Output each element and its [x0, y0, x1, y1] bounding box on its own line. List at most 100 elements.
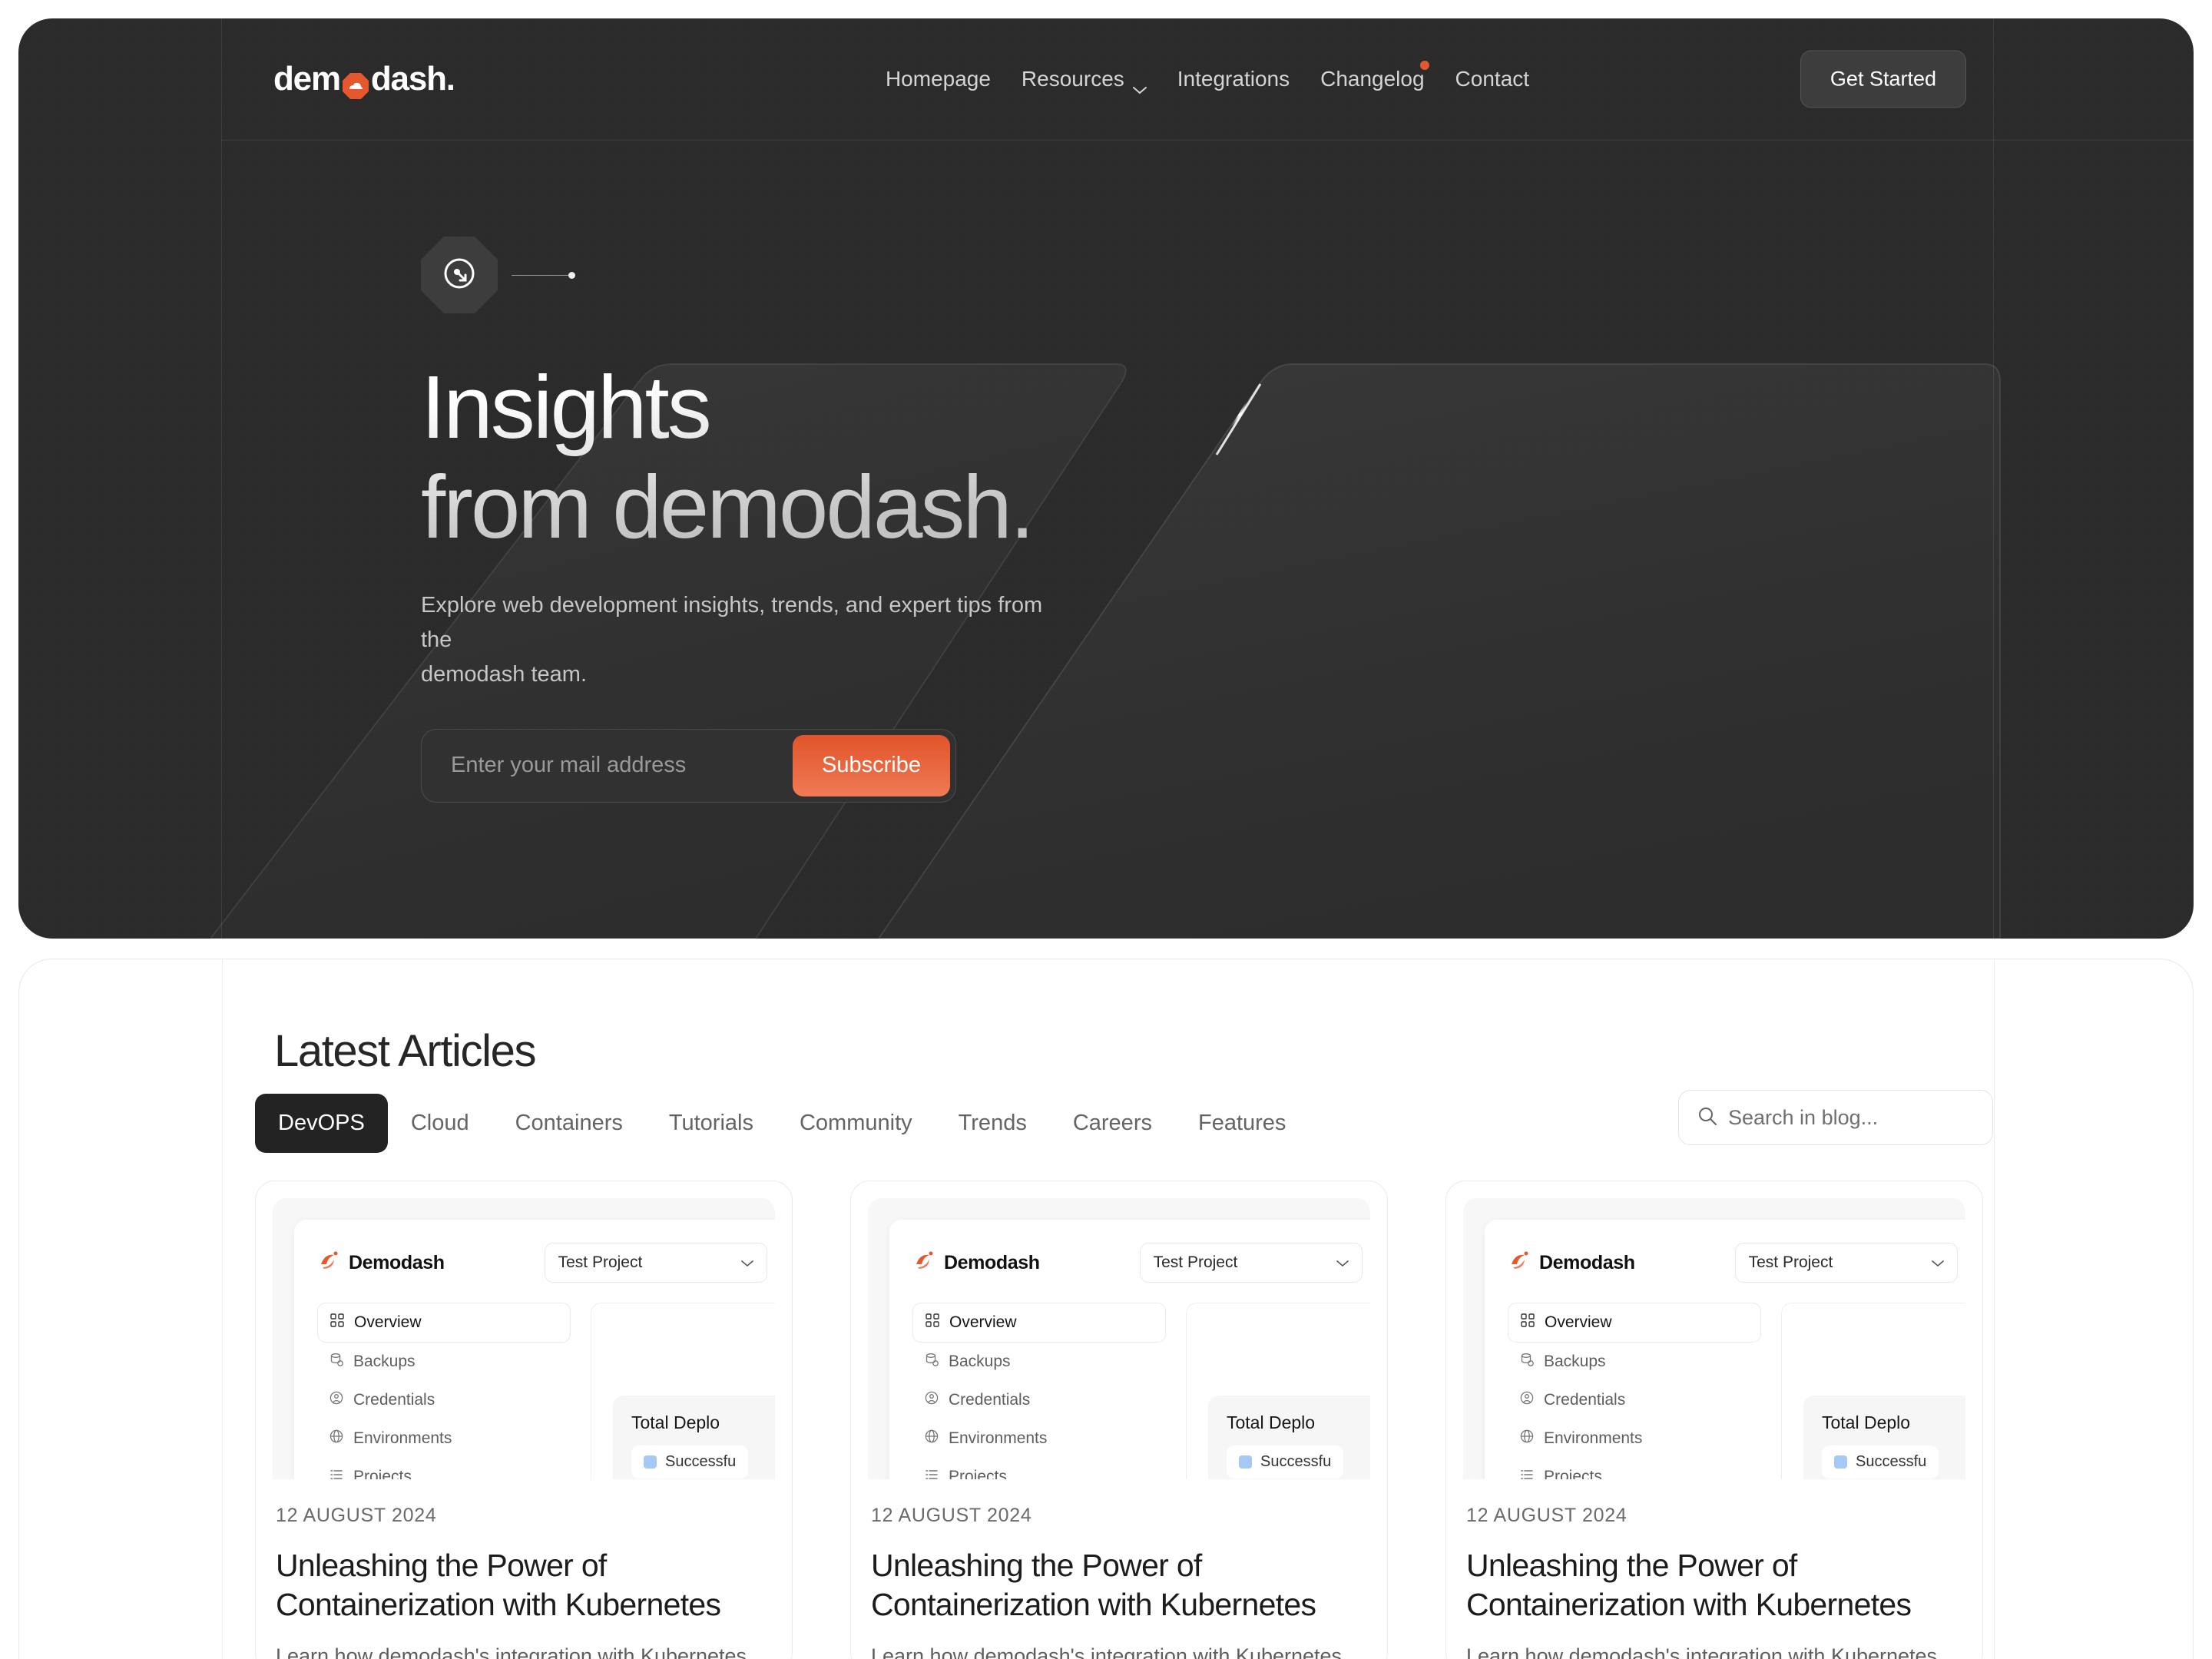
chevron-down-icon	[1336, 1253, 1349, 1272]
database-sync-icon	[925, 1353, 939, 1371]
tab-community[interactable]: Community	[777, 1094, 935, 1153]
mockup-logo-text: Demodash	[1539, 1251, 1635, 1273]
demodash-swirl-icon	[1508, 1249, 1531, 1277]
article-cards: Demodash Test Project Overview Backups C…	[255, 1181, 1983, 1659]
mockup-body: Overview Backups Credentials Environment…	[912, 1303, 1370, 1479]
project-select[interactable]: Test Project	[1139, 1243, 1363, 1283]
navbar: dem dash. Homepage Resources Integration…	[221, 18, 2194, 140]
sidebar-item-overview[interactable]: Overview	[1508, 1303, 1761, 1343]
grid-icon	[926, 1313, 939, 1332]
section-title: Latest Articles	[274, 1026, 536, 1076]
sidebar-item-backups[interactable]: Backups	[1508, 1343, 1761, 1381]
sidebar-item-label: Credentials	[353, 1391, 435, 1409]
mockup-stat-title: Total Deplo	[1822, 1412, 1911, 1432]
mockup-main-panel: Overview Total Deplo Successfu	[1781, 1303, 1965, 1479]
sidebar-item-projects[interactable]: Projects	[1508, 1458, 1761, 1479]
article-card[interactable]: Demodash Test Project Overview Backups C…	[850, 1181, 1388, 1659]
nav-item-changelog[interactable]: Changelog	[1305, 59, 1439, 99]
tab-devops[interactable]: DevOPS	[255, 1094, 388, 1153]
sidebar-item-label: Environments	[353, 1429, 452, 1447]
mockup-main-panel: Overview Total Deplo Successfu	[1186, 1303, 1370, 1479]
tab-careers[interactable]: Careers	[1050, 1094, 1175, 1153]
subscribe-button[interactable]: Subscribe	[793, 734, 950, 796]
dashboard-mockup: Demodash Test Project Overview Backups C…	[1485, 1220, 1965, 1479]
sidebar-item-credentials[interactable]: Credentials	[317, 1381, 571, 1419]
mockup-legend-chip: Successfu	[631, 1445, 749, 1479]
sidebar-item-backups[interactable]: Backups	[912, 1343, 1166, 1381]
search-input[interactable]	[1728, 1105, 2000, 1130]
badge-connector-line	[512, 274, 568, 276]
mockup-legend-chip: Successfu	[1227, 1445, 1344, 1479]
sidebar-item-label: Credentials	[949, 1391, 1031, 1409]
grid-line-left-white	[222, 959, 223, 1659]
article-date: 12 AUGUST 2024	[871, 1505, 1032, 1526]
sidebar-item-projects[interactable]: Projects	[912, 1458, 1166, 1479]
category-tabs: DevOPS Cloud Containers Tutorials Commun…	[255, 1094, 1309, 1153]
tab-features[interactable]: Features	[1175, 1094, 1309, 1153]
sidebar-item-credentials[interactable]: Credentials	[912, 1381, 1166, 1419]
mockup-logo: Demodash	[1508, 1249, 1635, 1277]
nav-item-homepage[interactable]: Homepage	[870, 59, 1006, 99]
list-icon	[1520, 1468, 1534, 1479]
sidebar-item-backups[interactable]: Backups	[317, 1343, 571, 1381]
article-card[interactable]: Demodash Test Project Overview Backups C…	[255, 1181, 793, 1659]
sidebar-item-environments[interactable]: Environments	[317, 1419, 571, 1458]
sidebar-item-label: Environments	[949, 1429, 1048, 1447]
nav-item-contact[interactable]: Contact	[1440, 59, 1545, 99]
nav-bottom-border	[221, 140, 2194, 141]
project-select[interactable]: Test Project	[544, 1243, 767, 1283]
sidebar-item-label: Projects	[1544, 1468, 1602, 1479]
article-title: Unleashing the Power of Containerization…	[1466, 1548, 1912, 1623]
user-circle-icon	[329, 1391, 343, 1409]
article-date: 12 AUGUST 2024	[1466, 1505, 1628, 1526]
article-card[interactable]: Demodash Test Project Overview Backups C…	[1445, 1181, 1983, 1659]
tab-containers[interactable]: Containers	[492, 1094, 646, 1153]
project-select-value: Test Project	[558, 1253, 643, 1271]
sidebar-item-environments[interactable]: Environments	[912, 1419, 1166, 1458]
nav-item-resources[interactable]: Resources	[1006, 59, 1162, 99]
article-excerpt: Learn how demodash's integration with Ku…	[1466, 1644, 1938, 1659]
grid-icon	[330, 1313, 344, 1332]
sidebar-item-projects[interactable]: Projects	[317, 1458, 571, 1479]
tab-trends[interactable]: Trends	[935, 1094, 1050, 1153]
mockup-topbar: Demodash Test Project	[317, 1243, 775, 1283]
tab-tutorials[interactable]: Tutorials	[646, 1094, 777, 1153]
hero-section: dem dash. Homepage Resources Integration…	[18, 18, 2194, 939]
noise-overlay	[18, 18, 2194, 939]
project-select-value: Test Project	[1153, 1253, 1238, 1271]
sidebar-item-label: Overview	[354, 1313, 422, 1331]
mockup-stat-title: Total Deplo	[1227, 1412, 1316, 1432]
project-select-value: Test Project	[1748, 1253, 1833, 1271]
mockup-logo: Demodash	[317, 1249, 445, 1277]
dashboard-mockup: Demodash Test Project Overview Backups C…	[294, 1220, 775, 1479]
mockup-sidebar: Overview Backups Credentials Environment…	[912, 1303, 1166, 1479]
sidebar-item-overview[interactable]: Overview	[912, 1303, 1166, 1343]
legend-color-swatch	[1834, 1455, 1847, 1469]
subscribe-form: Subscribe	[421, 728, 956, 803]
brand-name-prefix: dem	[273, 60, 341, 98]
mockup-body: Overview Backups Credentials Environment…	[1508, 1303, 1965, 1479]
tab-cloud[interactable]: Cloud	[388, 1094, 492, 1153]
hero-badge-row	[421, 237, 1058, 313]
database-sync-icon	[1520, 1353, 1534, 1371]
mockup-topbar: Demodash Test Project	[1508, 1243, 1965, 1283]
mockup-topbar: Demodash Test Project	[912, 1243, 1370, 1283]
article-thumbnail: Demodash Test Project Overview Backups C…	[868, 1198, 1370, 1479]
legend-label: Successfu	[1856, 1453, 1927, 1470]
email-input[interactable]	[427, 734, 793, 796]
cloud-octagon-icon	[342, 69, 369, 99]
sidebar-item-credentials[interactable]: Credentials	[1508, 1381, 1761, 1419]
nav-item-integrations[interactable]: Integrations	[1162, 59, 1305, 99]
database-sync-icon	[329, 1353, 343, 1371]
article-excerpt: Learn how demodash's integration with Ku…	[871, 1644, 1343, 1659]
orbit-circle-icon	[442, 256, 477, 295]
article-excerpt: Learn how demodash's integration with Ku…	[276, 1644, 747, 1659]
sidebar-item-environments[interactable]: Environments	[1508, 1419, 1761, 1458]
sidebar-item-overview[interactable]: Overview	[317, 1303, 571, 1343]
brand-logo[interactable]: dem dash.	[273, 60, 455, 99]
get-started-button[interactable]: Get Started	[1800, 50, 1966, 108]
sidebar-item-label: Backups	[353, 1353, 416, 1370]
sidebar-item-label: Overview	[949, 1313, 1017, 1331]
list-icon	[925, 1468, 939, 1479]
project-select[interactable]: Test Project	[1734, 1243, 1958, 1283]
